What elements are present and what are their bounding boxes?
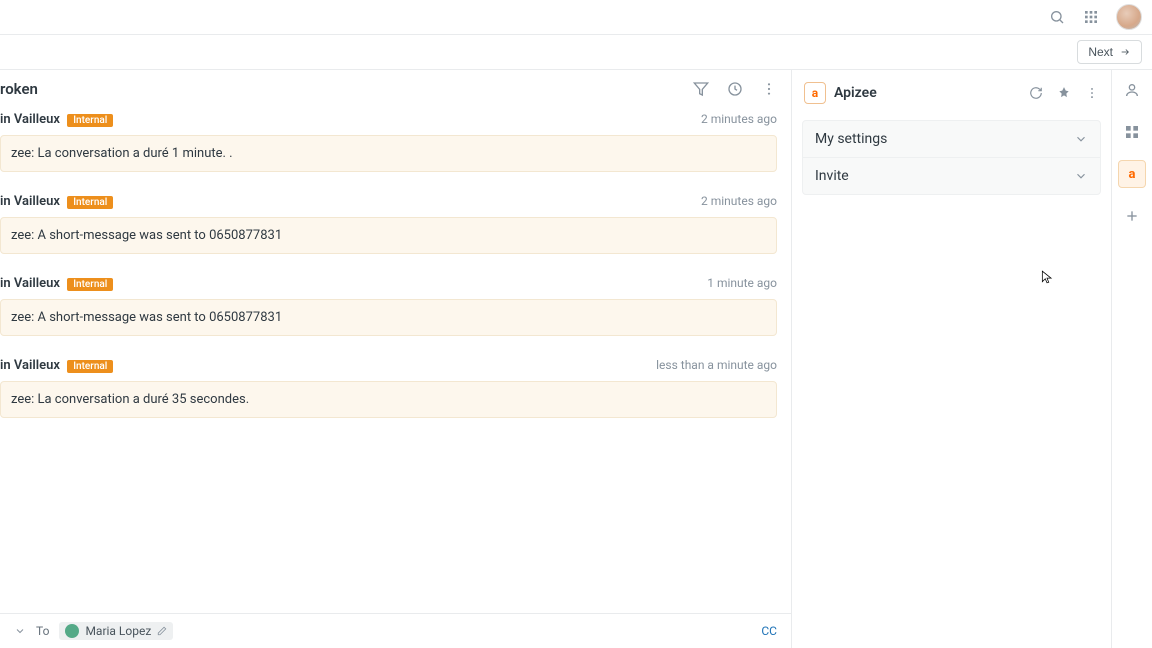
conversation-list: in Vailleux Internal 2 minutes ago zee: … xyxy=(0,104,791,613)
rail-add-icon[interactable] xyxy=(1118,202,1146,230)
user-avatar[interactable] xyxy=(1116,4,1142,30)
message-body: zee: A short-message was sent to 0650877… xyxy=(0,299,777,336)
filter-icon[interactable] xyxy=(693,81,709,97)
recipient-name: Maria Lopez xyxy=(85,624,151,638)
chevron-down-icon xyxy=(1074,132,1088,146)
to-label: To xyxy=(36,624,49,638)
topbar xyxy=(0,0,1152,34)
pin-icon[interactable] xyxy=(1057,86,1071,100)
internal-badge: Internal xyxy=(67,196,113,209)
brand-logo-icon: a xyxy=(804,82,826,104)
right-rail: a xyxy=(1112,70,1152,648)
recipient-avatar-icon xyxy=(65,624,79,638)
search-icon[interactable] xyxy=(1048,8,1066,26)
accordion-label: My settings xyxy=(815,131,887,147)
chevron-down-icon xyxy=(1074,169,1088,183)
message-item: in Vailleux Internal 2 minutes ago zee: … xyxy=(0,194,777,254)
cc-link[interactable]: CC xyxy=(761,624,777,638)
message-item: in Vailleux Internal 2 minutes ago zee: … xyxy=(0,112,777,172)
message-time: less than a minute ago xyxy=(656,358,777,372)
message-author: in Vailleux xyxy=(0,194,60,209)
accordion-label: Invite xyxy=(815,168,849,184)
more-vertical-icon[interactable] xyxy=(761,81,777,97)
message-time: 2 minutes ago xyxy=(701,194,777,208)
next-button[interactable]: Next xyxy=(1077,40,1142,64)
message-time: 2 minutes ago xyxy=(701,112,777,126)
message-body: zee: La conversation a duré 35 secondes. xyxy=(0,381,777,418)
accordion-item-settings[interactable]: My settings xyxy=(803,121,1100,157)
message-item: in Vailleux Internal 1 minute ago zee: A… xyxy=(0,276,777,336)
internal-badge: Internal xyxy=(67,114,113,127)
side-panel: a Apizee My settings xyxy=(792,70,1112,648)
accordion-item-invite[interactable]: Invite xyxy=(803,157,1100,194)
message-author: in Vailleux xyxy=(0,112,60,127)
message-time: 1 minute ago xyxy=(707,276,777,290)
edit-recipient-icon[interactable] xyxy=(157,626,167,636)
panel-accordion: My settings Invite xyxy=(802,120,1101,195)
rail-apizee-icon[interactable]: a xyxy=(1118,160,1146,188)
panel-title: Apizee xyxy=(834,85,877,101)
recipient-pill[interactable]: Maria Lopez xyxy=(59,622,173,640)
message-item: in Vailleux Internal less than a minute … xyxy=(0,358,777,418)
message-author: in Vailleux xyxy=(0,358,60,373)
internal-badge: Internal xyxy=(67,278,113,291)
message-body: zee: La conversation a duré 1 minute. . xyxy=(0,135,777,172)
rail-user-icon[interactable] xyxy=(1118,76,1146,104)
action-row: Next xyxy=(0,34,1152,70)
ticket-title: roken xyxy=(0,80,38,98)
apps-grid-icon[interactable] xyxy=(1082,8,1100,26)
internal-badge: Internal xyxy=(67,360,113,373)
next-button-label: Next xyxy=(1088,45,1113,59)
message-author: in Vailleux xyxy=(0,276,60,291)
reply-bar: To Maria Lopez CC xyxy=(0,613,791,648)
refresh-icon[interactable] xyxy=(1029,86,1043,100)
message-body: zee: A short-message was sent to 0650877… xyxy=(0,217,777,254)
history-icon[interactable] xyxy=(727,81,743,97)
rail-apps-icon[interactable] xyxy=(1118,118,1146,146)
more-vertical-icon[interactable] xyxy=(1085,86,1099,100)
reply-channel-dropdown[interactable] xyxy=(14,625,26,637)
conversation-pane: roken in Vailleux Internal xyxy=(0,70,792,648)
